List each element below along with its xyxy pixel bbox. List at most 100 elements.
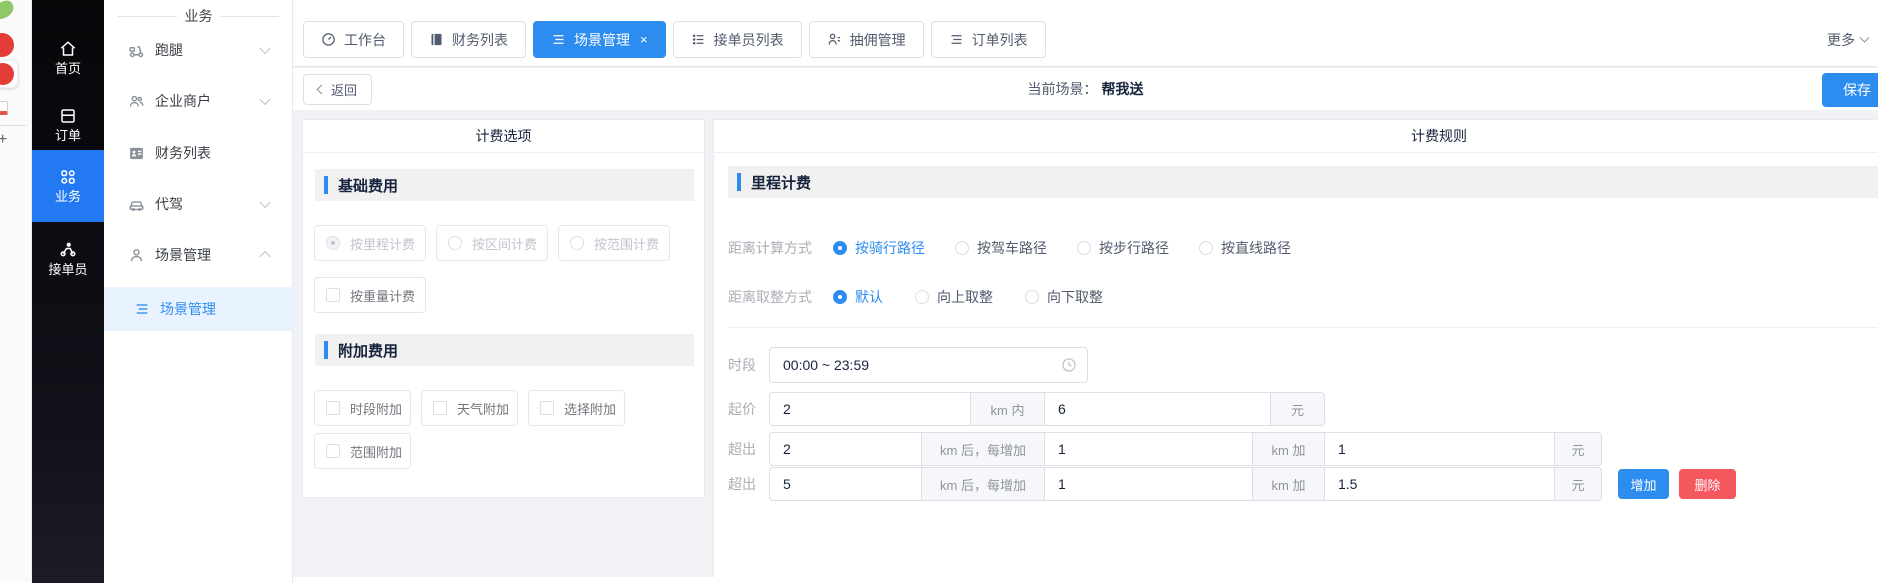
over-threshold-input[interactable] [769,432,922,466]
primary-sidebar: 首页 订单 业务 接单员 [32,0,104,583]
person-icon [128,247,145,264]
radio-driving-route[interactable]: 按驾车路径 [955,238,1047,258]
billing-options-panel: 计费选项 基础费用 按里程计费 按区间计费 按范围计费 按重量计费 [302,119,705,498]
menu-item-enterprise[interactable]: 企业商户 [104,86,293,116]
base-fee-input[interactable] [1044,392,1271,426]
sidebar-item-label: 业务 [55,190,81,204]
tab-courier-list[interactable]: 接单员列表 [673,21,802,58]
radio-round-down[interactable]: 向下取整 [1025,287,1103,307]
back-button[interactable]: 返回 [303,74,372,105]
car-icon [128,196,145,213]
home-icon [59,40,77,58]
add-row-button[interactable]: 增加 [1618,469,1669,499]
tab-finance-list[interactable]: 财务列表 [411,21,526,58]
option-label: 范围附加 [350,442,402,461]
radio-label: 按步行路径 [1099,238,1169,258]
menu-item-scene-management[interactable]: 场景管理 [104,240,293,270]
section-title: 基础费用 [338,175,398,196]
list-icon [551,32,566,47]
menu-item-label: 跑腿 [155,40,183,60]
section-mileage-billing: 里程计费 删除 [728,166,1878,198]
option-select-extra[interactable]: 选择附加 [528,390,625,426]
option-label: 按区间计费 [472,234,537,253]
over-threshold-input[interactable] [769,467,922,501]
save-button[interactable]: 保存 [1822,73,1878,107]
section-extra-fee: 附加费用 [315,334,694,366]
base-price-row: 起价 km 内 元 [728,392,1325,426]
radio-straight-route[interactable]: 按直线路径 [1199,238,1291,258]
option-by-weight[interactable]: 按重量计费 [314,277,426,313]
radio-icon [326,236,340,250]
section-base-fee: 基础费用 [315,169,694,201]
tab-scene-management-active[interactable]: 场景管理 × [533,21,666,58]
row-label: 距离取整方式 [728,287,833,307]
person-lines-icon [827,32,842,47]
radio-icon [833,290,847,304]
list-icon [949,32,964,47]
list-dots-icon [691,32,706,47]
unit-addon: 元 [1554,467,1602,501]
row-label: 超出 [728,474,769,494]
panel-title: 计费规则 [714,120,1878,153]
base-distance-input[interactable] [769,392,971,426]
bookmark-icon[interactable] [0,33,14,57]
distance-round-row: 距离取整方式 默认 向上取整 向下取整 [728,287,1103,307]
tab-commission[interactable]: 抽佣管理 [809,21,924,58]
tab-label: 接单员列表 [714,30,784,50]
sidebar-item-orders[interactable]: 订单 [32,92,104,158]
more-dropdown[interactable]: 更多 [1827,30,1868,50]
sidebar-item-label: 接单员 [48,263,87,277]
checkbox-icon [326,401,340,415]
time-range-input[interactable] [769,347,1088,383]
menu-item-finance[interactable]: 财务列表 [104,138,293,168]
over-step-input[interactable] [1044,432,1253,466]
close-tab-icon[interactable]: × [640,32,648,47]
submenu-item-scene-management-active[interactable]: 场景管理 [104,287,293,331]
toolbar: 返回 当前场景： 帮我送 保存 [293,68,1878,110]
scene-value: 帮我送 [1102,79,1144,99]
sidebar-item-home[interactable]: 首页 [32,25,104,91]
radio-icon [915,290,929,304]
menu-item-label: 财务列表 [155,143,211,163]
sidebar-item-couriers[interactable]: 接单员 [32,226,104,292]
unit-addon: km 加 [1252,467,1325,501]
panel-title: 计费选项 [303,120,704,153]
option-by-range[interactable]: 按范围计费 [558,225,670,261]
radio-riding-route[interactable]: 按骑行路径 [833,238,925,258]
option-label: 按范围计费 [594,234,659,253]
sidebar-item-business[interactable]: 业务 [32,150,104,222]
option-by-mileage[interactable]: 按里程计费 [314,225,426,261]
radio-label: 默认 [855,287,883,307]
option-by-interval[interactable]: 按区间计费 [436,225,548,261]
checkbox-icon [540,401,554,415]
delete-row-button[interactable]: 删除 [1679,469,1736,499]
option-range-extra[interactable]: 范围附加 [314,433,411,469]
radio-label: 按骑行路径 [855,238,925,258]
menu-item-driving[interactable]: 代驾 [104,189,293,219]
option-weather-extra[interactable]: 天气附加 [421,390,518,426]
row-label: 距离计算方式 [728,238,833,258]
option-time-extra[interactable]: 时段附加 [314,390,411,426]
chevron-down-icon [1860,32,1870,42]
accent-bar [324,176,328,194]
over-step-input[interactable] [1044,467,1253,501]
radio-walking-route[interactable]: 按步行路径 [1077,238,1169,258]
option-label: 按里程计费 [350,234,415,253]
radio-icon [955,241,969,255]
unit-addon: km 后，每增加 [921,467,1045,501]
sidebar-group-header: 业务 [104,6,293,26]
tab-label: 订单列表 [972,30,1028,50]
over-fee-input[interactable] [1324,432,1555,466]
pdf-icon[interactable] [0,101,8,115]
radio-icon [833,241,847,255]
radio-round-up[interactable]: 向上取整 [915,287,993,307]
tab-workbench[interactable]: 工作台 [303,21,404,58]
add-bookmark-button[interactable]: + [0,131,7,149]
row-label: 时段 [728,355,769,375]
radio-round-default[interactable]: 默认 [833,287,883,307]
radio-label: 按直线路径 [1221,238,1291,258]
menu-item-errand[interactable]: 跑腿 [104,35,293,65]
rider-icon [59,241,77,259]
tab-order-list[interactable]: 订单列表 [931,21,1046,58]
over-fee-input[interactable] [1324,467,1555,501]
